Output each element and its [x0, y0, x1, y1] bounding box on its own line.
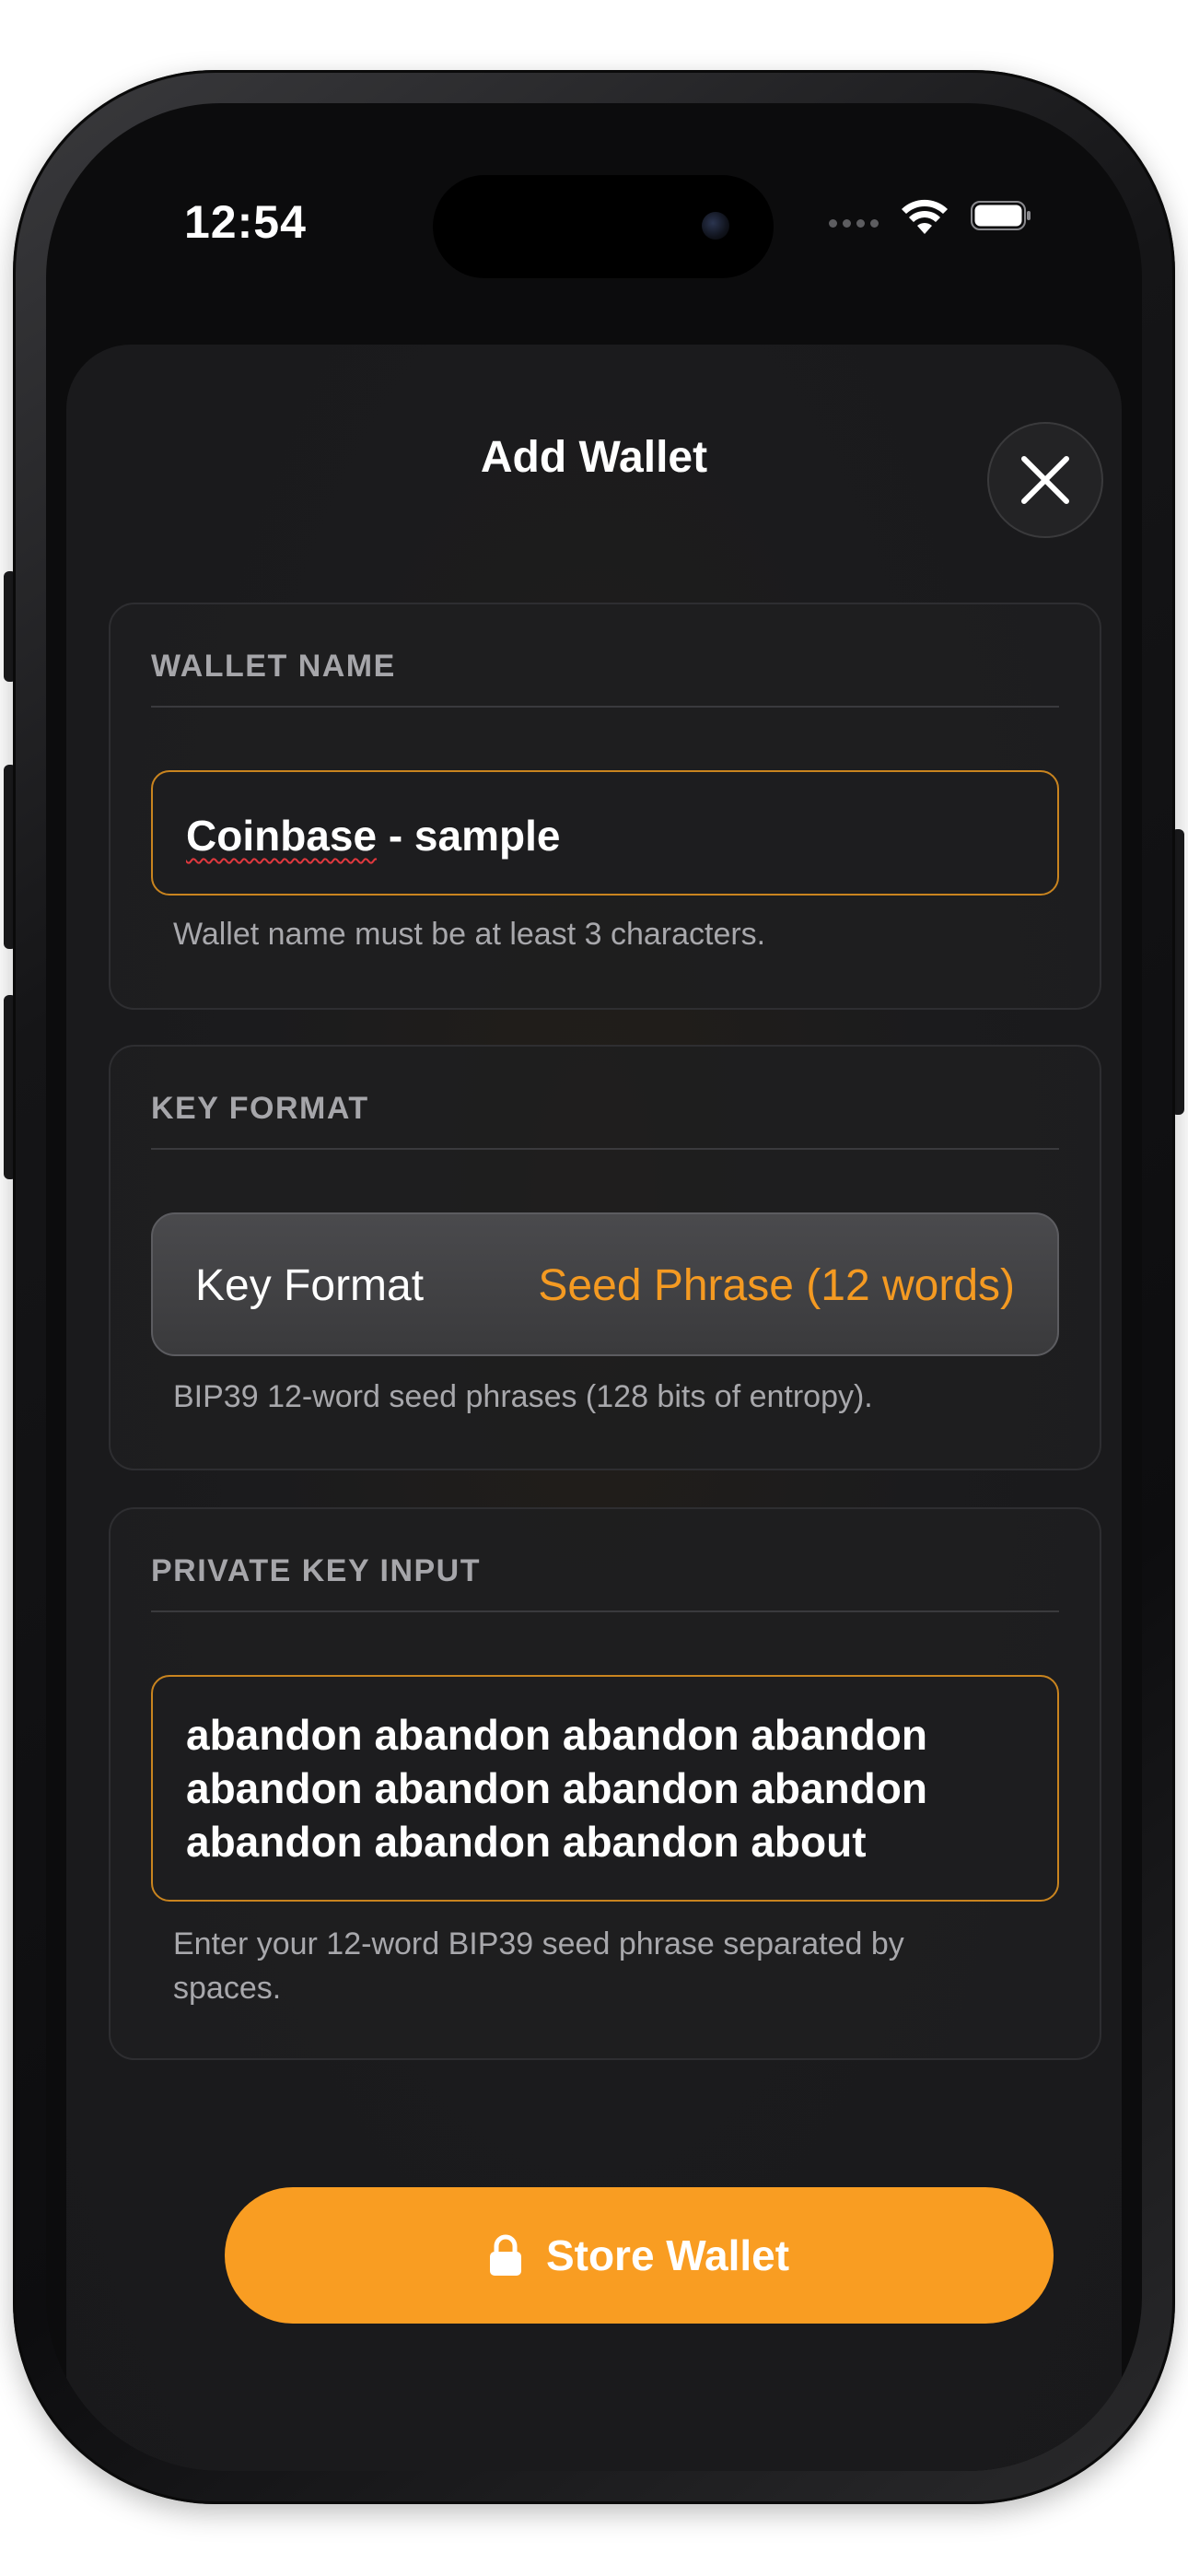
dynamic-island	[433, 175, 774, 278]
seed-phrase-value: abandon abandon abandon abandon abandon …	[186, 1711, 927, 1866]
camera-icon	[702, 212, 729, 240]
divider	[151, 1610, 1059, 1612]
store-wallet-label: Store Wallet	[545, 2231, 790, 2279]
wallet-name-header: WALLET NAME	[151, 649, 396, 684]
private-key-helper: Enter your 12-word BIP39 seed phrase sep…	[173, 1926, 904, 2006]
divider	[151, 1148, 1059, 1150]
key-format-helper: BIP39 12-word seed phrases (128 bits of …	[173, 1379, 873, 1414]
private-key-section: PRIVATE KEY INPUT abandon abandon abando…	[109, 1507, 1101, 2060]
close-icon	[1021, 456, 1069, 504]
divider	[151, 706, 1059, 708]
sheet-title: Add Wallet	[480, 433, 708, 482]
phone-frame: 12:54 Add Wallet WALLET NAME Coinbase - …	[13, 70, 1175, 2504]
key-format-header: KEY FORMAT	[151, 1091, 369, 1126]
cellular-signal-icon	[829, 219, 879, 228]
status-time: 12:54	[184, 196, 307, 248]
add-wallet-sheet: Add Wallet WALLET NAME Coinbase - sample…	[66, 345, 1122, 2471]
wifi-icon	[902, 199, 948, 234]
private-key-header: PRIVATE KEY INPUT	[151, 1553, 481, 1588]
close-button[interactable]	[987, 422, 1103, 538]
page: 12:54 Add Wallet WALLET NAME Coinbase - …	[0, 0, 1188, 2576]
key-format-picker[interactable]: Key Format Seed Phrase (12 words)	[151, 1212, 1059, 1356]
wallet-name-section: WALLET NAME Coinbase - sample Wallet nam…	[109, 603, 1101, 1010]
wallet-name-value-rest: - sample	[377, 812, 561, 860]
key-format-picker-label: Key Format	[195, 1261, 425, 1310]
key-format-picker-value: Seed Phrase (12 words)	[538, 1261, 1015, 1310]
wallet-name-helper: Wallet name must be at least 3 character…	[173, 917, 766, 952]
lock-icon	[489, 2234, 521, 2276]
battery-icon	[971, 201, 1031, 230]
seed-phrase-input[interactable]: abandon abandon abandon abandon abandon …	[151, 1675, 1059, 1902]
wallet-name-input[interactable]: Coinbase - sample	[151, 770, 1059, 896]
wallet-name-value: Coinbase - sample	[186, 811, 560, 861]
store-wallet-button[interactable]: Store Wallet	[225, 2187, 1054, 2324]
key-format-section: KEY FORMAT Key Format Seed Phrase (12 wo…	[109, 1045, 1101, 1470]
wallet-name-value-misspelled: Coinbase	[186, 812, 378, 860]
screen: 12:54 Add Wallet WALLET NAME Coinbase - …	[46, 103, 1142, 2471]
